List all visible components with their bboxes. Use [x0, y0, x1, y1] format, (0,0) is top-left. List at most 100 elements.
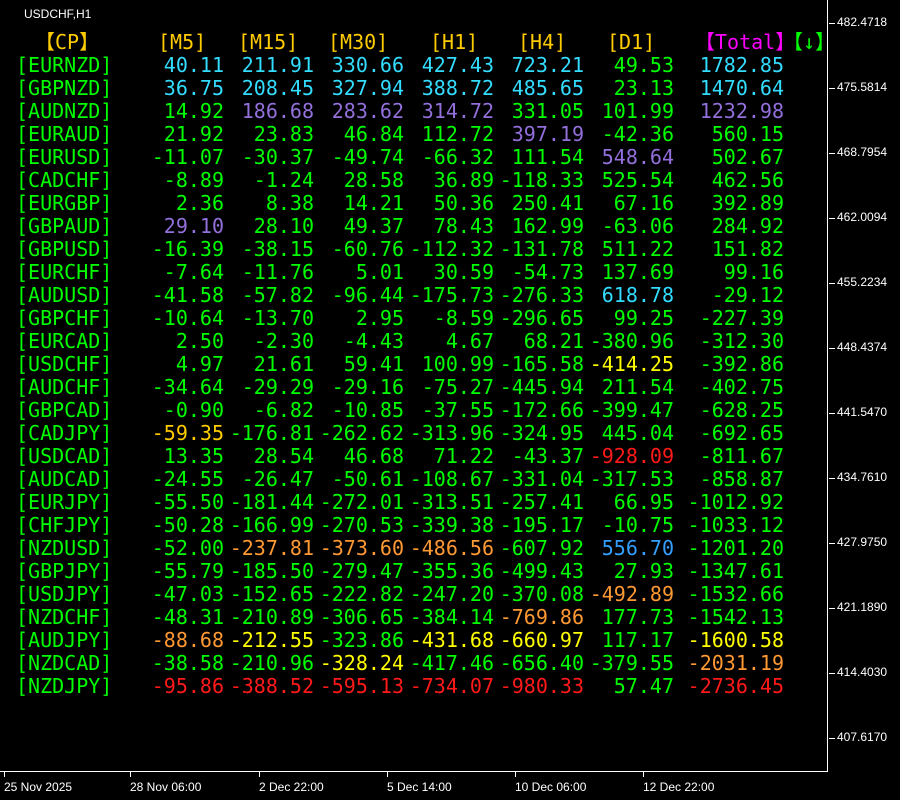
timeframe-value: 208.45	[241, 76, 314, 100]
timeframe-value: -331.04	[499, 467, 584, 491]
price-tick	[829, 348, 835, 349]
time-label: 12 Dec 22:00	[643, 780, 715, 794]
timeframe-value: 49.53	[613, 53, 674, 77]
timeframe-value: 388.72	[421, 76, 494, 100]
timeframe-value: 13.35	[163, 444, 224, 468]
column-header-7: 【Total】	[695, 30, 796, 54]
timeframe-value: -734.07	[409, 674, 494, 698]
timeframe-value: -313.51	[409, 490, 494, 514]
table-row: [AUDJPY] -88.68 -212.55 -323.86 -431.68 -660.…	[0, 629, 828, 652]
timeframe-value: -328.24	[319, 651, 404, 675]
timeframe-value: 162.99	[511, 214, 584, 238]
timeframe-value: -52.00	[151, 536, 224, 560]
timeframe-value: 314.72	[421, 99, 494, 123]
timeframe-value: 8.38	[265, 191, 314, 215]
timeframe-value: 186.68	[241, 99, 314, 123]
timeframe-value: -60.76	[331, 237, 404, 261]
timeframe-value: 66.95	[613, 490, 674, 514]
timeframe-value: -10.75	[601, 513, 674, 537]
timeframe-value: -656.40	[499, 651, 584, 675]
timeframe-value: -195.17	[499, 513, 584, 537]
total-value: -2736.45	[687, 674, 784, 698]
price-tick	[829, 283, 835, 284]
pair-label: [NZDCHF]	[16, 605, 113, 629]
timeframe-value: -181.44	[229, 490, 314, 514]
total-value: -2031.19	[687, 651, 784, 675]
timeframe-value: -769.86	[499, 605, 584, 629]
timeframe-value: -75.27	[421, 375, 494, 399]
timeframe-value: -47.03	[151, 582, 224, 606]
price-label: 414.4030	[837, 665, 888, 679]
table-row: [NZDCAD] -38.58 -210.96 -328.24 -417.46 -656.…	[0, 652, 828, 675]
timeframe-value: -7.64	[163, 260, 224, 284]
timeframe-value: -11.76	[241, 260, 314, 284]
price-axis[interactable]: 482.4718 475.5814 468.7954 462.0094 455.2234…	[829, 0, 900, 772]
timeframe-value: 137.69	[601, 260, 674, 284]
timeframe-value: -55.79	[151, 559, 224, 583]
timeframe-value: -95.86	[151, 674, 224, 698]
table-row: [USDJPY] -47.03 -152.65 -222.82 -247.20 -370.…	[0, 583, 828, 606]
total-value: -1600.58	[687, 628, 784, 652]
timeframe-value: -16.39	[151, 237, 224, 261]
table-row: [CADJPY] -59.35 -176.81 -262.62 -313.96 -324.…	[0, 422, 828, 445]
pair-label: [NZDCAD]	[16, 651, 113, 675]
timeframe-value: 117.17	[601, 628, 674, 652]
timeframe-value: -279.47	[319, 559, 404, 583]
table-row: [USDCAD] 13.35 28.54 46.68 71.22 -43.37 -928.0…	[0, 445, 828, 468]
timeframe-value: 211.91	[241, 53, 314, 77]
timeframe-value: -660.97	[499, 628, 584, 652]
timeframe-value: -11.07	[151, 145, 224, 169]
total-value: 502.67	[711, 145, 784, 169]
total-value: -692.65	[699, 421, 784, 445]
total-value: -1012.92	[687, 490, 784, 514]
timeframe-value: 485.65	[511, 76, 584, 100]
timeframe-value: -323.86	[319, 628, 404, 652]
timeframe-value: 46.84	[343, 122, 404, 146]
timeframe-value: 36.75	[163, 76, 224, 100]
price-label: 441.5470	[837, 405, 888, 419]
table-header-row: 【CP】 [M5] [M15] [M30] [H1] [H4] [D1] 【Total】 【↓】	[0, 30, 835, 54]
total-value: -312.30	[699, 329, 784, 353]
timeframe-value: -34.64	[151, 375, 224, 399]
time-label: 2 Dec 22:00	[259, 780, 324, 794]
price-tick	[829, 413, 835, 414]
time-label: 10 Dec 06:00	[515, 780, 587, 794]
timeframe-value: -928.09	[589, 444, 674, 468]
pair-label: [USDJPY]	[16, 582, 113, 606]
timeframe-value: 100.99	[421, 352, 494, 376]
column-header-4: [H1]	[430, 30, 479, 54]
timeframe-value: -4.43	[343, 329, 404, 353]
timeframe-value: -172.66	[499, 398, 584, 422]
timeframe-value: -272.01	[319, 490, 404, 514]
table-row: [CHFJPY] -50.28 -166.99 -270.53 -339.38 -195.…	[0, 514, 828, 537]
timeframe-value: -0.90	[163, 398, 224, 422]
table-row: [EURNZD] 40.11 211.91 330.66 427.43 723.21 49.…	[0, 54, 828, 77]
total-value: -227.39	[699, 306, 784, 330]
time-axis[interactable]: 25 Nov 2025 28 Nov 06:00 2 Dec 22:00 5 Dec …	[0, 772, 828, 800]
timeframe-value: 21.61	[253, 352, 314, 376]
pair-label: [EURAUD]	[16, 122, 113, 146]
column-header-3: [M30]	[328, 30, 389, 54]
timeframe-value: 14.92	[163, 99, 224, 123]
timeframe-value: -49.74	[331, 145, 404, 169]
timeframe-value: 46.68	[343, 444, 404, 468]
price-label: 462.0094	[837, 210, 888, 224]
timeframe-value: -210.89	[229, 605, 314, 629]
timeframe-value: -431.68	[409, 628, 494, 652]
pair-label: [EURJPY]	[16, 490, 113, 514]
time-tick	[387, 772, 388, 777]
timeframe-value: -339.38	[409, 513, 494, 537]
timeframe-value: 331.05	[511, 99, 584, 123]
timeframe-value: -37.55	[421, 398, 494, 422]
timeframe-value: 397.19	[511, 122, 584, 146]
timeframe-value: -980.33	[499, 674, 584, 698]
timeframe-value: -166.99	[229, 513, 314, 537]
pair-label: [AUDNZD]	[16, 99, 113, 123]
timeframe-value: -38.58	[151, 651, 224, 675]
table-row: [EURUSD] -11.07 -30.37 -49.74 -66.32 111.54 54…	[0, 146, 828, 169]
timeframe-value: -175.73	[409, 283, 494, 307]
table-row: [NZDJPY] -95.86 -388.52 -595.13 -734.07 -980.…	[0, 675, 828, 698]
timeframe-value: -66.32	[421, 145, 494, 169]
time-label: 25 Nov 2025	[4, 780, 73, 794]
timeframe-value: 23.83	[253, 122, 314, 146]
